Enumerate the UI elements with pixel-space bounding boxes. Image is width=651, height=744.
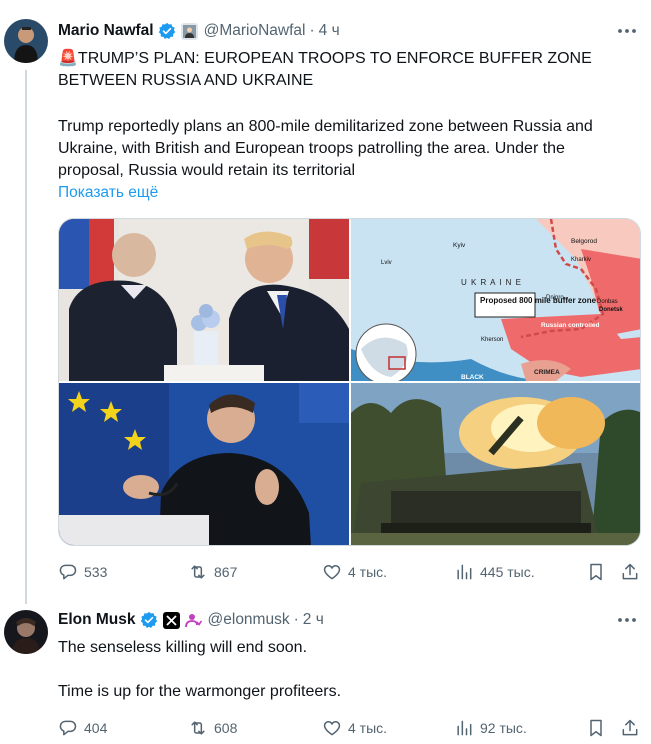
like-count: 4 тыс.	[348, 720, 388, 736]
map-label-lviv: Lviv	[381, 260, 392, 266]
tweet-title: 🚨TRUMP’S PLAN: EUROPEAN TROOPS TO ENFORC…	[58, 50, 592, 89]
reply-button[interactable]: 533	[58, 560, 107, 584]
map-image[interactable]: Proposed 800 mile buffer zone Kyiv Lviv …	[351, 219, 640, 381]
views-button[interactable]: 92 тыс.	[454, 716, 527, 740]
photo-artillery[interactable]	[351, 383, 640, 545]
photo-putin-trump[interactable]	[59, 219, 349, 381]
repost-button[interactable]: 867	[188, 560, 237, 584]
thread-line	[25, 70, 27, 604]
share-icon	[622, 563, 638, 580]
avatar-elon[interactable]	[4, 610, 48, 654]
reply-count: 533	[84, 564, 108, 580]
like-button[interactable]: 4 тыс.	[322, 560, 387, 584]
like-icon	[323, 720, 341, 736]
author-name[interactable]: Mario Nawfal	[58, 22, 154, 40]
map-label-ukraine: U K R A I N E	[461, 278, 522, 287]
share-icon	[622, 719, 638, 736]
like-button[interactable]: 4 тыс.	[322, 716, 387, 740]
tweet-header: Mario Nawfal @MarioNawfal · 4 ч	[58, 19, 340, 43]
tweet-header: Elon Musk @elonmusk · 2 ч	[58, 608, 324, 632]
reply-icon	[59, 720, 77, 736]
reply-icon	[59, 564, 77, 580]
tweet-body: Trump reportedly plans an 800-mile demil…	[58, 118, 593, 179]
map-callout: Proposed 800 mile buffer zone	[480, 296, 597, 305]
more-icon[interactable]	[615, 21, 639, 41]
map-label-kherson: Kherson	[481, 337, 503, 343]
repost-count: 608	[214, 720, 238, 736]
tweet-time[interactable]: 4 ч	[319, 22, 340, 40]
separator-dot: ·	[293, 611, 299, 628]
verified-badge-icon	[140, 611, 157, 629]
more-icon[interactable]	[615, 610, 639, 630]
views-icon	[457, 720, 472, 736]
like-icon	[323, 564, 341, 580]
share-button[interactable]	[620, 560, 640, 584]
author-handle[interactable]: @MarioNawfal	[204, 22, 306, 40]
repost-icon	[191, 565, 205, 579]
separator-dot: ·	[309, 22, 315, 39]
views-button[interactable]: 445 тыс.	[454, 560, 535, 584]
author-handle[interactable]: @elonmusk	[208, 611, 290, 629]
tweet-time[interactable]: 2 ч	[303, 611, 324, 629]
map-label-dnipro: Dnipro	[546, 295, 564, 301]
map-label-kharkiv: Kharkiv	[571, 257, 591, 263]
media-grid: Proposed 800 mile buffer zone Kyiv Lviv …	[58, 218, 641, 546]
bookmark-button[interactable]	[586, 560, 606, 584]
repost-icon	[191, 721, 205, 735]
map-label-russian: Russian controlled	[541, 322, 600, 329]
repost-button[interactable]: 608	[188, 716, 237, 740]
like-count: 4 тыс.	[348, 564, 388, 580]
bookmark-icon	[590, 719, 602, 737]
map-label-kyiv: Kyiv	[453, 242, 466, 249]
author-name[interactable]: Elon Musk	[58, 611, 136, 629]
map-label-donetsk: Donetsk	[599, 307, 623, 313]
reply-count: 404	[84, 720, 108, 736]
government-affiliate-icon[interactable]	[184, 612, 202, 629]
views-count: 92 тыс.	[480, 720, 527, 736]
tweet-line-1: The senseless killing will end soon.	[58, 639, 308, 656]
action-bar: 404 608 4 тыс. 92 тыс.	[58, 716, 641, 740]
repost-count: 867	[214, 564, 238, 580]
photo-zelensky[interactable]	[59, 383, 349, 545]
views-icon	[457, 564, 472, 580]
map-label-donbas: Donbas	[597, 299, 618, 305]
share-button[interactable]	[620, 716, 640, 740]
views-count: 445 тыс.	[480, 564, 535, 580]
action-bar: 533 867 4 тыс. 445 тыс.	[58, 560, 641, 584]
avatar-mario[interactable]	[4, 19, 48, 63]
verified-badge-icon	[158, 22, 175, 40]
map-label-belgorod: Belgorod	[571, 238, 597, 245]
tweet-elon[interactable]: Elon Musk @elonmusk · 2 ч The senseless …	[0, 600, 651, 744]
reply-button[interactable]: 404	[58, 716, 107, 740]
tweet-mario[interactable]: Mario Nawfal @MarioNawfal · 4 ч 🚨TRUMP’S…	[0, 0, 651, 604]
map-label-crimea: CRIMEA	[534, 369, 560, 376]
affiliate-badge-icon[interactable]	[180, 22, 198, 40]
bookmark-icon	[590, 563, 602, 581]
map-label-sea: BLACK	[461, 374, 484, 381]
show-more-link[interactable]: Показать ещё	[58, 184, 158, 202]
bookmark-button[interactable]	[586, 716, 606, 740]
tweet-line-2: Time is up for the warmonger profiteers.	[58, 683, 342, 700]
x-logo-badge-icon[interactable]	[162, 611, 180, 629]
